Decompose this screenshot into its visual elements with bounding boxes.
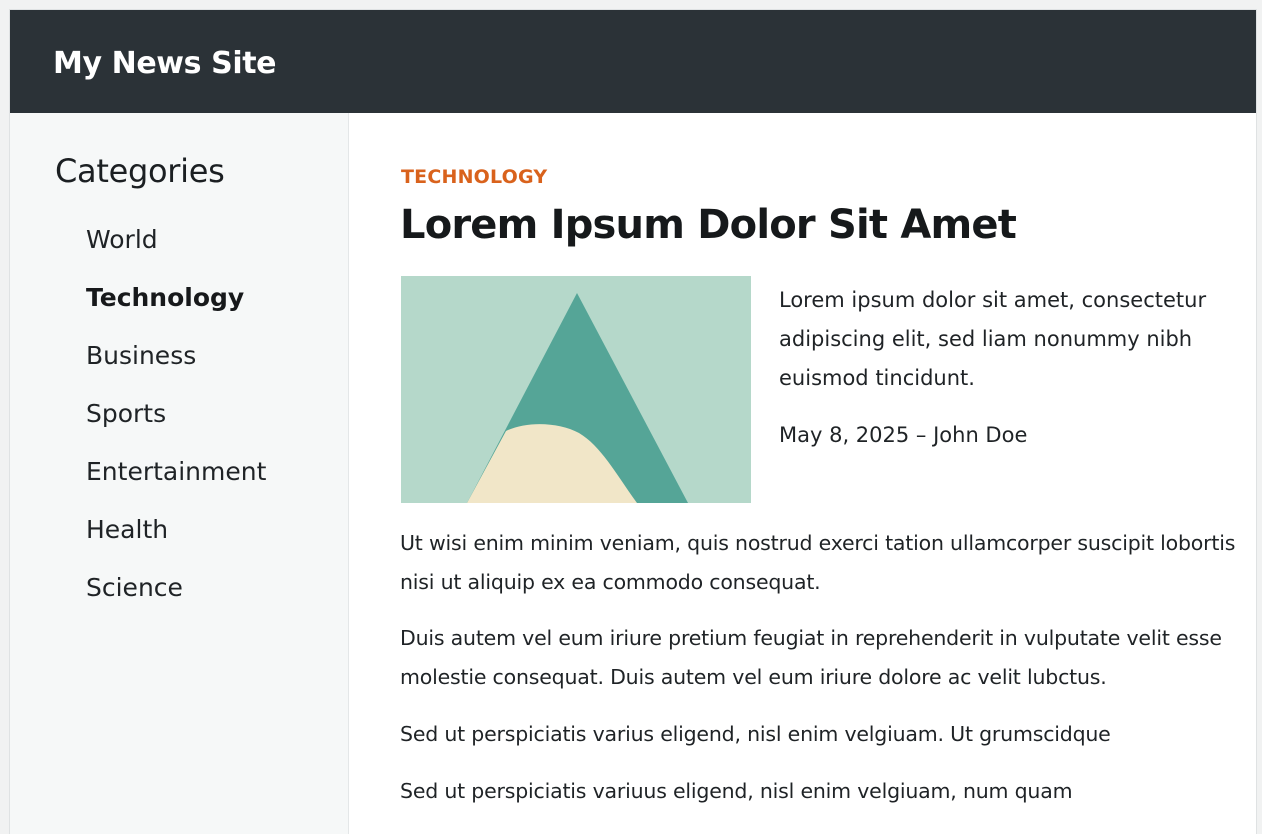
article-thumbnail[interactable] xyxy=(401,276,751,503)
sidebar-item-world[interactable]: World xyxy=(86,220,266,278)
article-title[interactable]: Lorem Ipsum Dolor Sit Amet xyxy=(400,199,1017,251)
category-sidebar: Categories World Technology Business Spo… xyxy=(10,113,349,834)
article-paragraph: Ut wisi enim minim veniam, quis nostrud … xyxy=(400,531,1236,594)
article-summary: Lorem ipsum dolor sit amet, consectetur … xyxy=(779,288,1207,390)
article-paragraph: Sed ut perspiciatis varius eligend, nisl… xyxy=(400,722,1111,746)
site-title[interactable]: My News Site xyxy=(53,46,277,82)
article-paragraph: Sed ut perspiciatis variuus eligend, nis… xyxy=(400,779,1073,803)
sidebar-item-science[interactable]: Science xyxy=(86,568,266,626)
site-header: My News Site xyxy=(10,10,1256,113)
article-paragraph: Duis autem vel eum iriure pretium feugia… xyxy=(400,626,1222,689)
article-byline: May 8, 2025 – John Doe xyxy=(779,423,1028,447)
sidebar-item-business[interactable]: Business xyxy=(86,336,266,394)
sidebar-item-entertainment[interactable]: Entertainment xyxy=(86,452,266,510)
page-frame: My News Site Categories World Technology… xyxy=(9,9,1257,834)
article-main: TECHNOLOGY Lorem Ipsum Dolor Sit Amet Lo… xyxy=(349,113,1256,834)
sidebar-item-health[interactable]: Health xyxy=(86,510,266,568)
sidebar-item-technology[interactable]: Technology xyxy=(86,278,266,336)
category-list: World Technology Business Sports Enterta… xyxy=(86,220,266,626)
sidebar-item-sports[interactable]: Sports xyxy=(86,394,266,452)
article-category-label[interactable]: TECHNOLOGY xyxy=(401,165,547,189)
sidebar-heading: Categories xyxy=(55,152,225,190)
